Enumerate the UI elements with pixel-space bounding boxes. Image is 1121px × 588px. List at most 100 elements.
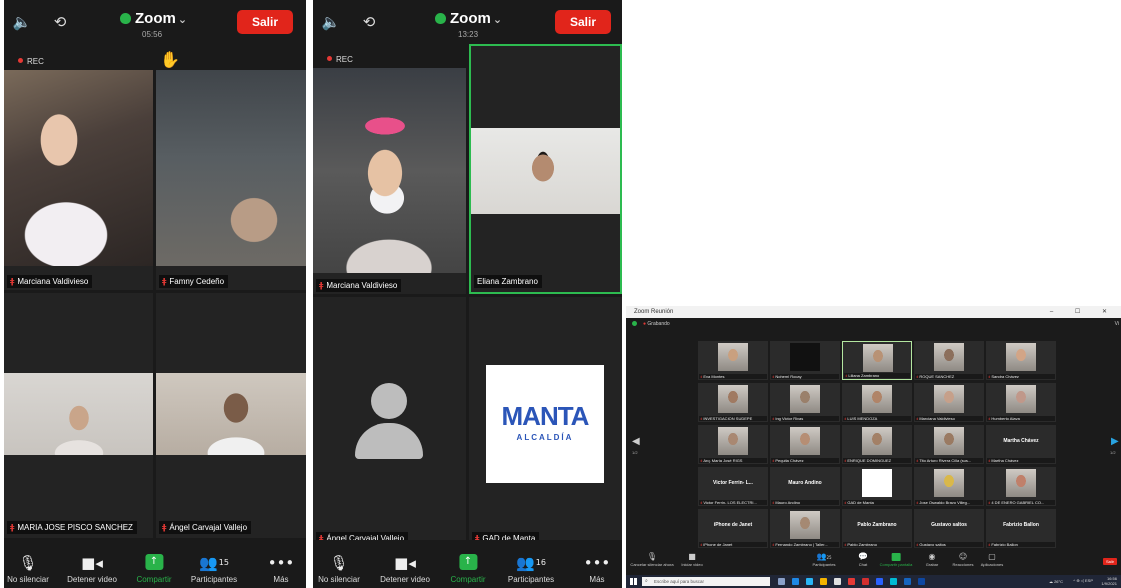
taskbar-search[interactable]: ⌕ Escribe aquí para buscar [642,577,770,586]
share-button[interactable]: ↑ Compartir [450,552,486,584]
window-controls[interactable]: – ☐ ✕ [1050,306,1117,318]
participant-video [790,511,820,539]
gallery-tile-label: Victor Ferrin- LOS ELECTRI... [703,500,757,505]
participant-video [934,427,964,455]
gallery-tile[interactable]: ǂHumberto Alava [986,383,1056,422]
video-tile-gad-manta[interactable]: MANTA ALCALDÍA ǂ GAD de Manta [469,297,622,549]
clock-date[interactable]: 1/9/2021 [1101,581,1117,587]
next-page-arrow-icon[interactable]: ▶ [1111,436,1119,447]
gallery-tile[interactable]: ǂTito Arturo Rivera Cilla (sus... [914,425,984,464]
more-button[interactable]: ••• Más [268,553,295,584]
gallery-tile[interactable]: ǂ4 DE ENERO GABRIEL CO... [986,467,1056,506]
edge-icon[interactable] [792,578,799,585]
gallery-tile[interactable]: ǂNoheml Rocay [770,341,840,380]
mic-muted-icon: ǂ [700,542,703,547]
shield-icon [435,13,446,24]
participants-button[interactable]: 👥25 Participantes [812,551,835,567]
participant-video [1006,343,1036,371]
gallery-tile[interactable]: ǂLiliana Zambrano [842,341,912,380]
video-tile-marciana[interactable]: ǂ Marciana Valdivieso [4,70,153,290]
gallery-tile[interactable]: ǂPequita Chávez [770,425,840,464]
meeting-title[interactable]: Zoom ⌄ [120,10,187,27]
participant-video [718,343,748,371]
record-button[interactable]: ◉ Grabar [926,551,938,567]
share-arrow-icon [891,553,901,561]
leave-button[interactable]: Salir [237,10,293,34]
gallery-tile[interactable]: Victor Ferrin- L... ǂVictor Ferrin- LOS E… [698,467,768,506]
gallery-tile[interactable]: ǂENRIQUE DOMINGUEZ [842,425,912,464]
task-view-icon[interactable] [778,578,785,585]
acrobat-icon[interactable] [862,578,869,585]
gallery-tile-name: ǂMartha Chávez [987,458,1055,463]
video-tile-angel[interactable]: ǂ Ángel Carvajal Vallejo [313,297,466,549]
gallery-tile[interactable]: Gustavo saltos ǂGustavo saltos [914,509,984,548]
gallery-tile[interactable]: ǂMarciana Valdivieso [914,383,984,422]
speaker-icon[interactable]: 🔈 [321,12,341,32]
mic-muted-icon: ǂ [10,277,15,286]
video-tile-angel[interactable]: ǂ Ángel Carvajal Vallejo [156,293,306,538]
more-button[interactable]: ••• Más [584,553,611,584]
gallery-tile[interactable]: Martha Chávez ǂMartha Chávez [986,425,1056,464]
participant-video [862,427,892,455]
video-camera-icon: ■ [688,552,696,561]
video-tile-eliana-active[interactable]: Eliana Zambrano [469,44,622,294]
video-tile-famny[interactable]: ǂ Famny Cedeño [156,70,306,290]
start-video-button[interactable]: ■ Iniciar video [681,551,702,567]
gallery-tile[interactable]: ǂEva Montes [698,341,768,380]
store-icon[interactable] [834,578,841,585]
gallery-tile[interactable]: ǂGAD de Manta [842,467,912,506]
word-icon[interactable] [904,578,911,585]
leave-button[interactable]: Salir [555,10,611,34]
gallery-tile[interactable]: ǂROQUE SANCHEZ [914,341,984,380]
stop-video-button[interactable]: ■◂ Detener video [380,553,430,584]
gallery-tile[interactable]: iPhone de Janet ǂiPhone de Janet [698,509,768,548]
unmute-button[interactable]: 🎙 No silenciar [318,553,360,584]
speaker-icon[interactable]: 🔈 [12,12,32,32]
gallery-tile[interactable]: ǂINVESTIGACION SUDEPE [698,383,768,422]
folder-icon[interactable] [820,578,827,585]
gallery-tile[interactable]: Pablo Zambrano ǂPablo Zambrano [842,509,912,548]
browser-icon[interactable] [806,578,813,585]
mic-muted-icon: ǂ [700,500,703,505]
gallery-tile[interactable]: ǂLUIS MENDOZA [842,383,912,422]
phone-screenshot-2: 🔈 ⟲ Zoom ⌄ 13:23 Salir REC ǂ Marciana Vald… [313,0,622,588]
switch-camera-icon[interactable]: ⟲ [50,12,70,32]
participant-name-label: ǂ Ángel Carvajal Vallejo [159,521,252,534]
video-tile-marciana[interactable]: ǂ Marciana Valdivieso [313,68,466,294]
unmute-button[interactable]: 🎙 Cancelar silenciar ahora [630,551,673,567]
prev-page-arrow-icon[interactable]: ◀ [632,436,640,447]
gallery-tile[interactable]: ǂSandra Chávez [986,341,1056,380]
outlook-icon[interactable] [918,578,925,585]
gallery-tile[interactable]: ǂFernando Zambrano | Taller... [770,509,840,548]
switch-camera-icon[interactable]: ⟲ [359,12,379,32]
meeting-title[interactable]: Zoom ⌄ [435,10,502,27]
unmute-button[interactable]: 🎙 No silenciar [7,553,49,584]
reactions-button[interactable]: ☺ Reacciones [953,551,974,567]
apps-button[interactable]: ▢ Aplicaciones [981,551,1003,567]
share-button[interactable]: ↑ Compartir [136,552,172,584]
windows-start-icon[interactable] [630,578,637,585]
gallery-tile[interactable]: Fabrizio Ballon ǂFabrizio Ballon [986,509,1056,548]
chrome-icon[interactable] [848,578,855,585]
video-tile-maria-jose[interactable]: ǂ MARIA JOSE PISCO SANCHEZ [4,293,153,538]
participants-button[interactable]: 👥15 Participantes [191,553,237,584]
weather-widget[interactable]: ☁ 26°C [1049,579,1063,584]
zoom-app-icon[interactable] [876,578,883,585]
app-icon[interactable] [890,578,897,585]
gallery-tile[interactable]: Mauro Andino ǂMauro Andino [770,467,840,506]
gallery-tile[interactable]: ǂIng Victor Rivas [770,383,840,422]
participants-button[interactable]: 👥16 Participantes [508,553,554,584]
gallery-tile[interactable]: ǂJose Oswaldo Bravo Villeg... [914,467,984,506]
stop-video-button[interactable]: ■◂ Detener video [67,553,117,584]
mic-muted-icon: ǂ [700,416,703,421]
chat-icon: 💬 [858,552,868,561]
leave-button[interactable]: Salir [1103,558,1117,565]
chevron-down-icon: ⌄ [492,13,503,26]
gallery-tile[interactable]: ǂArq. María José RIGS [698,425,768,464]
share-screen-button[interactable]: Compartir pantalla [880,551,912,567]
search-icon: ⌕ [645,578,648,584]
meeting-timer: 13:23 [458,30,479,39]
participant-video [790,385,820,413]
chat-button[interactable]: 💬 Chat [858,551,868,567]
view-button[interactable]: Vi [1115,318,1119,330]
